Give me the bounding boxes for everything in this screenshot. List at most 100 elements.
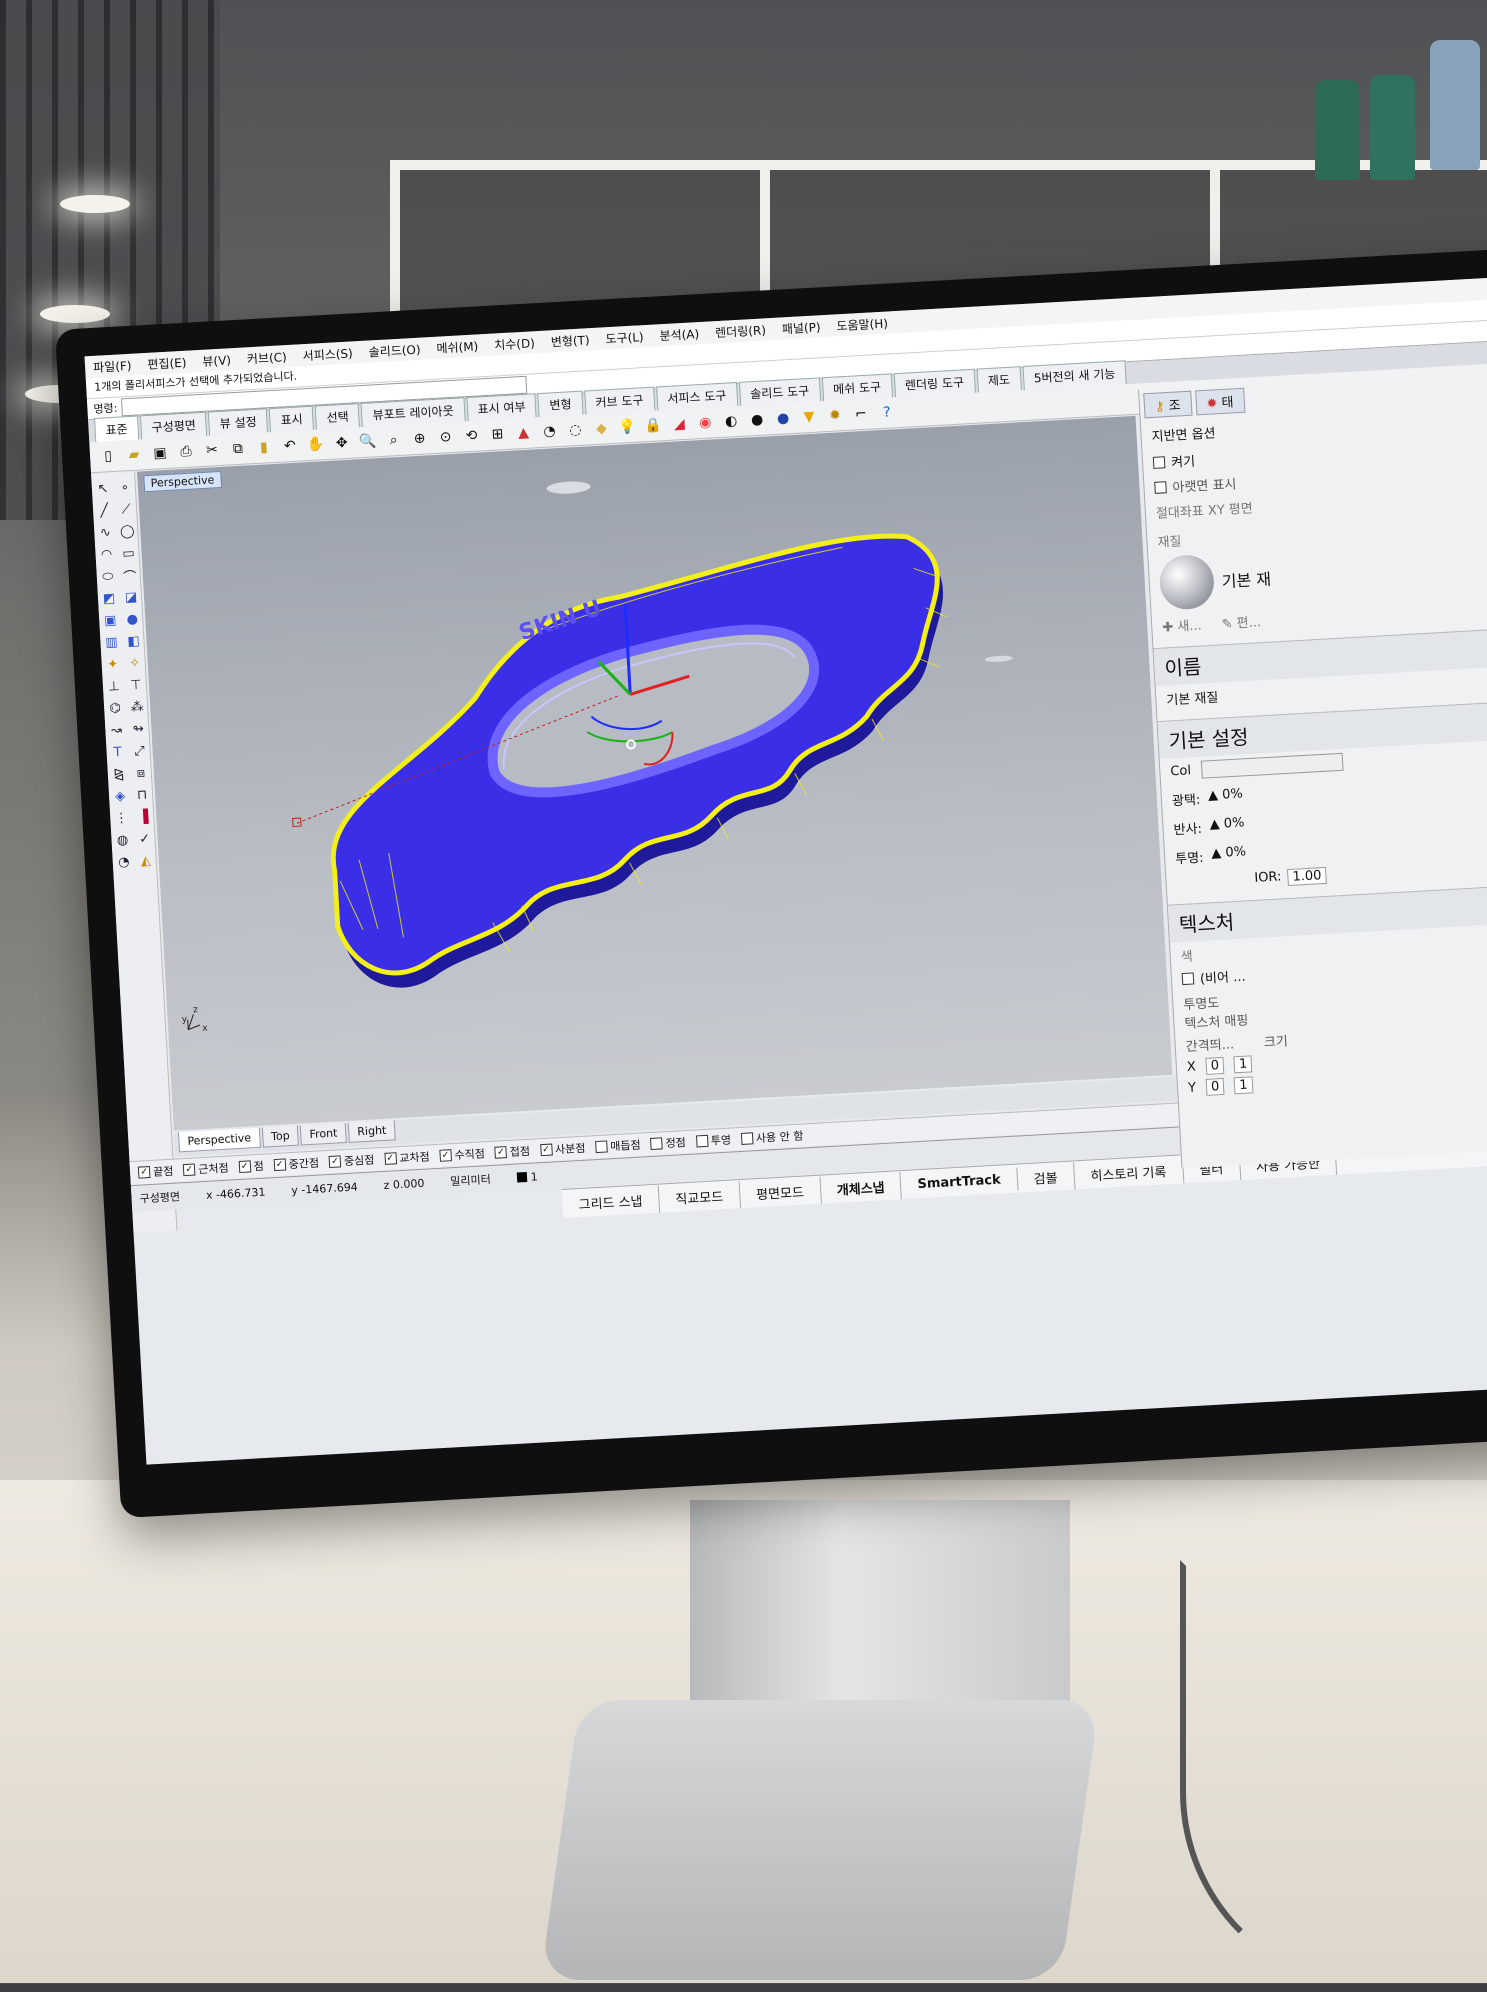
cylinder-icon[interactable]: ▥: [102, 633, 121, 652]
print-icon[interactable]: ⎙: [175, 441, 196, 462]
osnap-checkbox[interactable]: [594, 1140, 608, 1154]
light-icon[interactable]: ◔: [539, 421, 560, 442]
point-icon[interactable]: ∘: [115, 478, 134, 497]
split-icon[interactable]: ⊥: [104, 677, 123, 696]
status-toggle[interactable]: 검볼: [1016, 1161, 1076, 1193]
menu-item[interactable]: 편집(E): [147, 353, 187, 372]
osnap-checkbox[interactable]: ✓: [328, 1155, 342, 1168]
wireframe-sphere-icon[interactable]: ◐: [721, 411, 742, 432]
menu-item[interactable]: 메쉬(M): [436, 337, 479, 356]
gloss-slider[interactable]: ▲ 0%: [1208, 786, 1244, 807]
select-icon[interactable]: ◌: [565, 420, 586, 441]
analyze-icon[interactable]: ◍: [113, 831, 132, 850]
circle-icon[interactable]: ◯: [118, 522, 137, 541]
ellipse-icon[interactable]: ⬭: [98, 567, 117, 586]
zoom-selected-icon[interactable]: ⊙: [435, 427, 456, 448]
toolbar-tab[interactable]: 뷰 설정: [208, 408, 269, 436]
osnap-option[interactable]: ✓ 접점: [494, 1143, 530, 1161]
osnap-option[interactable]: 사용 안 함: [740, 1127, 804, 1146]
menu-item[interactable]: 뷰(V): [202, 351, 232, 370]
explode-icon[interactable]: ⁂: [128, 698, 147, 717]
osnap-checkbox[interactable]: ✓: [494, 1146, 508, 1159]
dimension-icon[interactable]: ⊓: [133, 785, 152, 804]
extrude-icon[interactable]: ◧: [124, 632, 143, 651]
gumball-icon[interactable]: ⌐: [850, 404, 871, 425]
viewport-tab[interactable]: Front: [300, 1123, 347, 1146]
curve-icon[interactable]: ∿: [96, 523, 115, 542]
osnap-option[interactable]: ✓ 중간점: [273, 1155, 319, 1174]
status-toggle[interactable]: 개체스냅: [820, 1171, 903, 1204]
open-folder-icon[interactable]: ▰: [124, 444, 145, 465]
x-spacing-input[interactable]: 0: [1205, 1056, 1225, 1075]
osnap-checkbox[interactable]: [650, 1137, 663, 1151]
sun-icon[interactable]: ▼: [798, 407, 819, 428]
toolbar-tab[interactable]: 표시 여부: [465, 393, 538, 422]
texture-checkbox[interactable]: [1181, 971, 1195, 985]
copy-icon[interactable]: ⧉: [227, 438, 248, 459]
panel-tab-properties[interactable]: ⚷ 조: [1143, 390, 1193, 419]
paste-icon[interactable]: ▮: [253, 437, 274, 458]
status-toggle[interactable]: 평면모드: [739, 1176, 822, 1208]
menu-item[interactable]: 커브(C): [246, 348, 288, 367]
check-icon[interactable]: ✓: [135, 829, 154, 848]
osnap-option[interactable]: 투영: [695, 1132, 731, 1150]
ior-input[interactable]: 1.00: [1287, 866, 1327, 887]
viewport-tab[interactable]: Right: [347, 1120, 396, 1143]
toolbar-tab[interactable]: 메쉬 도구: [821, 373, 893, 402]
save-icon[interactable]: ▣: [150, 443, 171, 464]
menu-item[interactable]: 렌더링(R): [715, 321, 767, 341]
toolbar-tab[interactable]: 표준: [93, 415, 140, 442]
material-icon[interactable]: ◢: [669, 414, 690, 435]
viewport-layout-icon[interactable]: ⊞: [487, 424, 508, 445]
osnap-checkbox[interactable]: ✓: [383, 1152, 397, 1165]
color-wheel-icon[interactable]: ◉: [695, 412, 716, 433]
osnap-option[interactable]: ✓ 사분점: [539, 1140, 586, 1159]
status-toggle[interactable]: SmartTrack: [900, 1167, 1019, 1197]
bulb-icon[interactable]: 💡: [617, 417, 638, 438]
block-icon[interactable]: ▐: [134, 807, 153, 826]
menu-item[interactable]: 패널(P): [781, 318, 821, 337]
osnap-option[interactable]: ✓ 중심점: [328, 1151, 375, 1170]
osnap-checkbox[interactable]: ✓: [183, 1163, 196, 1177]
transp-slider[interactable]: ▲ 0%: [1211, 844, 1247, 865]
osnap-option[interactable]: ✓ 교차점: [383, 1148, 430, 1167]
shaded-sphere-icon[interactable]: ●: [747, 409, 768, 430]
rotate-tool-icon[interactable]: T: [108, 743, 127, 762]
boolean-icon[interactable]: ✦: [103, 655, 122, 674]
material-swatch[interactable]: 기본 재: [1158, 537, 1487, 611]
osnap-option[interactable]: ✓ 점: [238, 1158, 264, 1175]
osnap-option[interactable]: ✓ 끝점: [137, 1163, 174, 1181]
viewport-tab[interactable]: Perspective: [177, 1127, 261, 1153]
loft-icon[interactable]: ◪: [122, 588, 141, 607]
edit-material-button[interactable]: ✎ 편...: [1221, 611, 1261, 632]
y-spacing-input[interactable]: 0: [1205, 1077, 1225, 1096]
new-material-button[interactable]: ✚ 새...: [1162, 614, 1202, 635]
join-icon[interactable]: ⌬: [106, 699, 125, 718]
paint-icon[interactable]: ◭: [136, 851, 155, 870]
layer-indicator[interactable]: 1: [516, 1170, 538, 1184]
arc-icon[interactable]: ◠: [97, 545, 116, 564]
car-icon[interactable]: ▲: [513, 422, 534, 443]
texture-empty-label[interactable]: (비어 ...: [1199, 966, 1246, 988]
move-icon[interactable]: ✥: [331, 433, 352, 454]
toolbar-tab[interactable]: 구성평면: [139, 411, 208, 440]
menu-item[interactable]: 서피스(S): [302, 344, 353, 364]
freeform-icon[interactable]: ⌒: [120, 566, 139, 585]
perspective-viewport[interactable]: Perspective SKIN U x y z: [137, 415, 1173, 1131]
on-checkbox[interactable]: [1152, 455, 1166, 469]
osnap-option[interactable]: ✓ 수직점: [439, 1145, 485, 1164]
cut-icon[interactable]: ✂: [201, 440, 222, 461]
rectangle-icon[interactable]: ▭: [119, 544, 138, 563]
menu-item[interactable]: 솔리드(O): [368, 340, 421, 360]
toolbar-tab[interactable]: 서피스 도구: [655, 382, 738, 411]
menu-item[interactable]: 치수(D): [494, 334, 536, 353]
zoom-window-icon[interactable]: ⌕: [383, 430, 404, 451]
toolbar-tab[interactable]: 렌더링 도구: [893, 368, 976, 398]
osnap-option[interactable]: ✓ 근처점: [183, 1160, 229, 1179]
toolbar-tab[interactable]: 커브 도구: [583, 386, 655, 415]
panel-tab-sun[interactable]: ✹ 태: [1194, 387, 1246, 416]
copy-tool-icon[interactable]: ↬: [129, 719, 148, 738]
render-tool-icon[interactable]: ◔: [114, 853, 133, 872]
help-icon[interactable]: ?: [876, 402, 897, 423]
scale-tool-icon[interactable]: ⤢: [130, 741, 149, 760]
